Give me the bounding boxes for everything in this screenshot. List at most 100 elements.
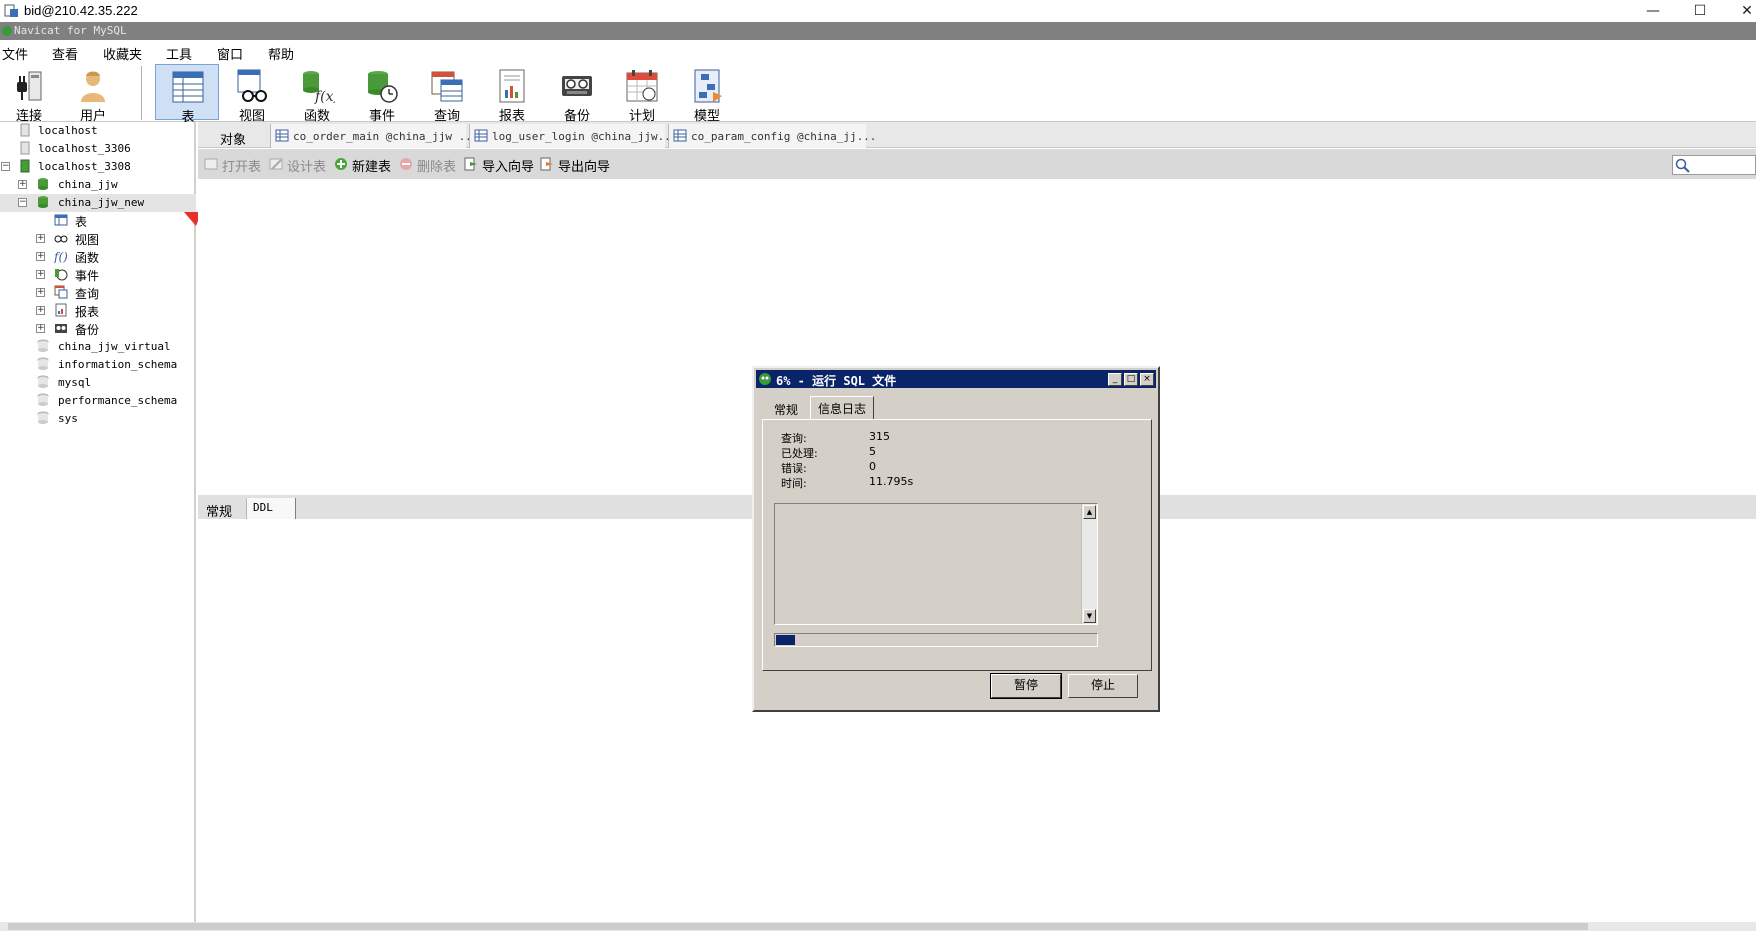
tree-db-performance-schema[interactable]: performance_schema <box>0 392 196 410</box>
tree-item-tables[interactable]: 表 <box>0 212 196 230</box>
tree-item-reports[interactable]: + 报表 <box>0 302 196 320</box>
svg-text:f(x): f(x) <box>314 89 335 104</box>
tab-log-user-login[interactable]: log_user_login @china_jjw... <box>469 124 677 148</box>
dialog-maximize-button[interactable]: □ <box>1124 373 1138 386</box>
menu-favorites[interactable]: 收藏夹 <box>103 44 142 63</box>
dialog-tab-log[interactable]: 信息日志 <box>810 396 874 420</box>
search-icon <box>1675 158 1690 173</box>
tree-label: sys <box>58 412 78 425</box>
menu-tools[interactable]: 工具 <box>166 44 192 63</box>
model-button[interactable]: 模型 <box>675 64 739 124</box>
schedule-button[interactable]: 计划 <box>610 64 674 124</box>
tree-item-backups[interactable]: + 备份 <box>0 320 196 338</box>
expand-toggle[interactable]: + <box>18 180 27 189</box>
connect-button[interactable]: 连接 <box>0 64 61 124</box>
main-toolbar: 连接 用户 表 视图 f(x) <box>0 62 1756 125</box>
tree-db-china-jjw-new[interactable]: − china_jjw_new <box>0 194 196 212</box>
dialog-tab-general[interactable]: 常规 <box>764 398 808 420</box>
expand-toggle[interactable]: + <box>36 288 45 297</box>
stat-label: 已处理: <box>781 447 818 460</box>
log-textarea[interactable]: ▲ ▼ <box>774 503 1098 625</box>
database-closed-icon <box>37 357 49 370</box>
tree-item-queries[interactable]: + 查询 <box>0 284 196 302</box>
database-icon <box>38 196 48 208</box>
backup-button[interactable]: 备份 <box>545 64 609 124</box>
stat-label: 查询: <box>781 432 807 445</box>
toolbar-separator <box>141 66 142 120</box>
function-button[interactable]: f(x) 函数 <box>285 64 349 124</box>
tree-item-functions[interactable]: + f() 函数 <box>0 248 196 266</box>
tree-db-information-schema[interactable]: information_schema <box>0 356 196 374</box>
design-table-icon <box>269 158 283 170</box>
tab-ddl[interactable]: DDL <box>246 498 296 519</box>
tree-db-china-jjw[interactable]: + china_jjw <box>0 176 196 194</box>
tab-general[interactable]: 常规 <box>200 498 244 520</box>
scrollbar-thumb[interactable] <box>8 923 1588 930</box>
dialog-close-button[interactable]: × <box>1140 373 1154 386</box>
user-button[interactable]: 用户 <box>61 64 125 124</box>
tree-db-sys[interactable]: sys <box>0 410 196 428</box>
tree-item-views[interactable]: + 视图 <box>0 230 196 248</box>
tab-co-order-main[interactable]: co_order_main @china_jjw ... <box>270 124 478 148</box>
tree-label: information_schema <box>58 358 178 371</box>
dialog-titlebar[interactable]: 6% - 运行 SQL 文件 _ □ × <box>756 370 1156 388</box>
tree-label: localhost_3306 <box>38 142 131 155</box>
search-input[interactable] <box>1672 155 1756 175</box>
stat-value: 0 <box>869 460 876 473</box>
tree-item-events[interactable]: + 事件 <box>0 266 196 284</box>
stop-button[interactable]: 停止 <box>1068 674 1138 698</box>
tree-connection-localhost-3306[interactable]: localhost_3306 <box>0 140 196 158</box>
event-button[interactable]: 事件 <box>350 64 414 124</box>
horizontal-scrollbar[interactable] <box>0 922 1756 931</box>
connection-icon <box>20 141 30 155</box>
table-button[interactable]: 表 <box>155 64 219 125</box>
close-button[interactable]: ✕ <box>1724 0 1756 22</box>
database-closed-icon <box>37 339 49 352</box>
user-icon <box>81 71 105 102</box>
app-caption: Navicat for MySQL <box>14 24 127 37</box>
tree-db-mysql[interactable]: mysql <box>0 374 196 392</box>
tree-db-china-jjw-virtual[interactable]: china_jjw_virtual <box>0 338 196 356</box>
button-label: 导出向导 <box>558 160 611 175</box>
expand-toggle[interactable]: + <box>36 306 45 315</box>
tab-label: DDL <box>253 501 273 514</box>
maximize-button[interactable]: ☐ <box>1677 0 1723 22</box>
tab-co-param-config[interactable]: co_param_config @china_jj... <box>668 124 876 148</box>
query-button[interactable]: 查询 <box>415 64 479 124</box>
menu-window[interactable]: 窗口 <box>217 44 243 63</box>
scroll-down-arrow-icon[interactable]: ▼ <box>1083 609 1096 623</box>
log-scrollbar[interactable]: ▲ ▼ <box>1081 504 1097 624</box>
menu-help[interactable]: 帮助 <box>268 44 294 63</box>
table-icon <box>474 129 488 142</box>
tree-label: 报表 <box>75 305 100 319</box>
function-icon: f() <box>54 250 68 263</box>
tab-objects[interactable]: 对象 <box>198 124 268 148</box>
menu-file[interactable]: 文件 <box>2 44 28 63</box>
tree-connection-localhost-3308[interactable]: − localhost_3308 <box>0 158 196 176</box>
stat-value: 5 <box>869 445 876 458</box>
tree-label: china_jjw_virtual <box>58 340 171 353</box>
dialog-minimize-button[interactable]: _ <box>1108 373 1122 386</box>
minimize-button[interactable]: — <box>1630 0 1676 22</box>
expand-toggle[interactable]: + <box>36 234 45 243</box>
expand-toggle[interactable]: + <box>36 324 45 333</box>
tree-label: localhost_3308 <box>38 160 131 173</box>
expand-toggle[interactable]: + <box>36 270 45 279</box>
connection-tree: localhost localhost_3306 − localhost_330… <box>0 122 196 922</box>
scroll-up-arrow-icon[interactable]: ▲ <box>1083 505 1096 519</box>
tree-label: localhost <box>38 124 98 137</box>
connection-icon <box>20 123 30 137</box>
collapse-toggle[interactable]: − <box>1 162 10 171</box>
navicat-icon <box>2 26 12 36</box>
button-label: 设计表 <box>287 160 327 175</box>
pause-button[interactable]: 暂停 <box>990 673 1062 699</box>
tab-label: log_user_login @china_jjw... <box>492 130 678 143</box>
collapse-toggle[interactable]: − <box>18 198 27 207</box>
menu-view[interactable]: 查看 <box>52 44 78 63</box>
tree-connection-localhost[interactable]: localhost <box>0 122 196 140</box>
expand-toggle[interactable]: + <box>36 252 45 261</box>
view-button[interactable]: 视图 <box>220 64 284 124</box>
database-closed-icon <box>37 375 49 388</box>
report-icon <box>499 69 525 103</box>
report-button[interactable]: 报表 <box>480 64 544 124</box>
